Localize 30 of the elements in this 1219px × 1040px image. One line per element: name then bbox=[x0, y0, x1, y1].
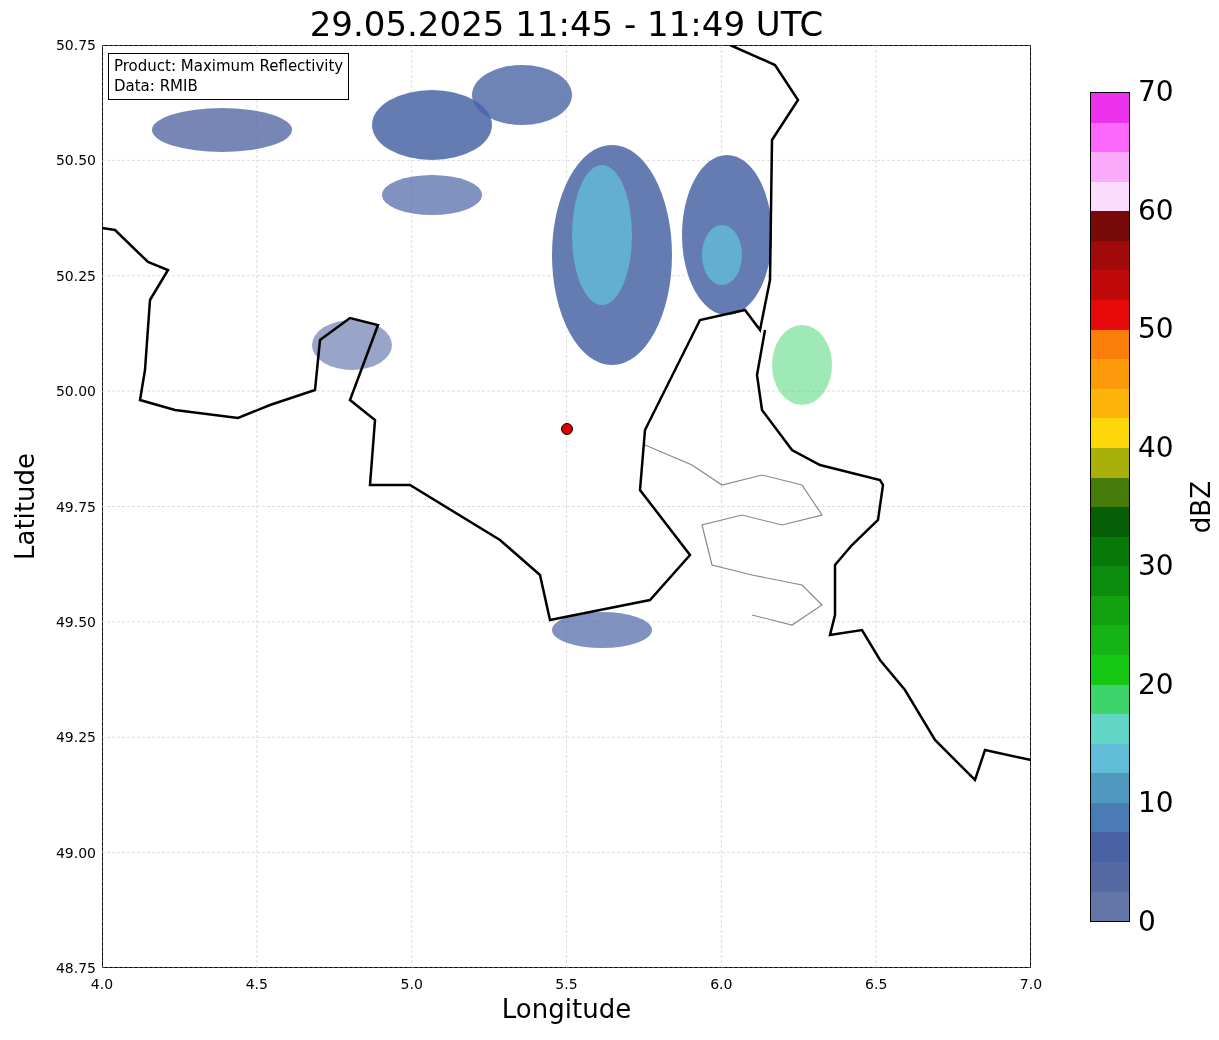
y-tick-label: 49.75 bbox=[55, 498, 96, 515]
y-tick-label: 49.00 bbox=[55, 844, 96, 861]
y-tick-label: 50.25 bbox=[55, 267, 96, 284]
x-tick-label: 5.5 bbox=[555, 976, 578, 992]
info-text: Data: RMIB bbox=[114, 76, 199, 96]
y-tick-label: 49.50 bbox=[55, 613, 96, 630]
colorbar-tick-label: 50 bbox=[1138, 315, 1174, 344]
y-tick-label: 49.25 bbox=[55, 729, 96, 746]
colorbar-tick-label: 10 bbox=[1138, 789, 1174, 818]
y-axis-label: Latitude bbox=[10, 453, 40, 560]
colorbar-tick-label: 70 bbox=[1138, 78, 1174, 106]
x-axis-label: Longitude bbox=[501, 996, 632, 1022]
chart-title: 29.05.2025 11:45 - 11:49 UTC bbox=[309, 7, 824, 45]
info-text: Product: Maximum Reflectivity bbox=[114, 57, 344, 77]
x-tick-label: 7.0 bbox=[1019, 976, 1043, 992]
y-tick-label: 48.75 bbox=[55, 960, 96, 976]
x-tick-label: 5.0 bbox=[400, 976, 423, 992]
colorbar-tick-label: 60 bbox=[1138, 196, 1174, 225]
x-tick-label: 4.5 bbox=[245, 976, 268, 992]
colorbar-label: dBZ bbox=[1186, 480, 1216, 534]
y-tick-label: 50.00 bbox=[55, 383, 96, 400]
x-tick-label: 4.0 bbox=[90, 976, 114, 992]
x-tick-label: 6.5 bbox=[865, 976, 888, 992]
colorbar-tick-label: 40 bbox=[1138, 433, 1174, 462]
y-tick-label: 50.75 bbox=[55, 37, 96, 53]
colorbar-tick-label: 20 bbox=[1138, 670, 1174, 699]
x-tick-label: 6.0 bbox=[710, 976, 733, 992]
y-tick-label: 50.50 bbox=[55, 152, 96, 169]
colorbar-tick-label: 30 bbox=[1138, 552, 1174, 581]
colorbar-tick-label: 0 bbox=[1138, 908, 1156, 936]
